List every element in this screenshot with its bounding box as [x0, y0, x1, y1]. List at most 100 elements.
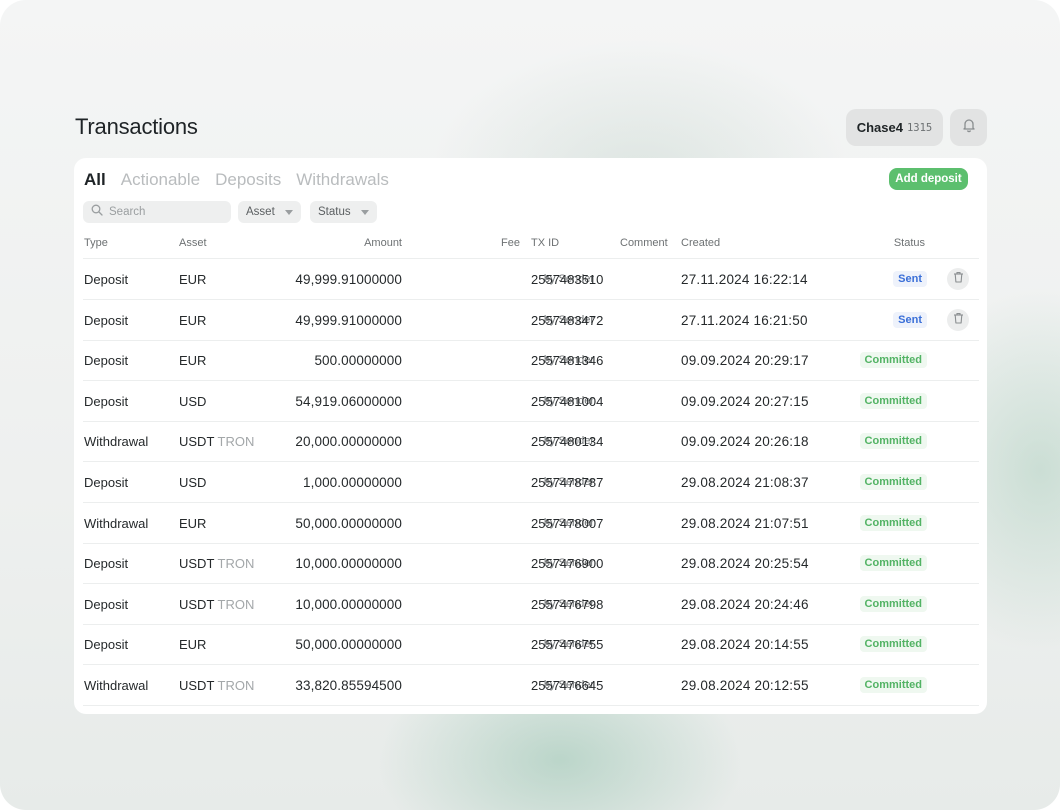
row-asset: EUR [179, 637, 206, 652]
status-badge: Sent [893, 311, 927, 328]
row-asset-network: TRON [217, 434, 255, 450]
row-txid[interactable]: 2557481346 [531, 353, 603, 368]
status-badge: Committed [859, 595, 927, 612]
status-badge: Committed [859, 392, 927, 409]
row-asset: USDT TRON [179, 678, 254, 693]
row-amount: 500.00000000 [314, 353, 402, 369]
transactions-card: All Actionable Deposits Withdrawals Add … [74, 158, 987, 714]
row-divider [83, 705, 979, 706]
table-row[interactable]: Withdrawal USDT TRON 33,820.85594500 by Sen… [74, 665, 987, 706]
row-txid[interactable]: 2557476645 [531, 678, 603, 693]
table-row[interactable]: Deposit EUR 500.00000000 by Sender 255748134… [74, 340, 987, 382]
tab-deposits[interactable]: Deposits [215, 170, 281, 190]
row-txid[interactable]: 2557478787 [531, 475, 603, 490]
notifications-button[interactable] [950, 109, 987, 146]
row-type: Deposit [84, 556, 129, 572]
table-row[interactable]: Deposit EUR 49,999.91000000 by Sender 255748… [74, 259, 987, 300]
account-id: 1315 [906, 121, 933, 134]
row-txid[interactable]: 2557483472 [531, 313, 603, 328]
row-asset-code: USD [179, 393, 207, 409]
table-row[interactable]: Withdrawal EUR 50,000.00000000 by Sender 255… [74, 503, 987, 544]
row-txid[interactable]: 2557483510 [531, 272, 603, 287]
status-badge: Committed [859, 352, 927, 369]
delete-button[interactable] [947, 268, 969, 290]
row-asset: USD [179, 394, 206, 409]
add-deposit-button[interactable]: Add deposit [889, 168, 968, 190]
row-amount: 49,999.91000000 [295, 312, 402, 328]
chevron-down-icon [360, 209, 369, 215]
row-txid[interactable]: 2557478007 [531, 516, 603, 531]
bell-icon [961, 117, 977, 138]
search-input[interactable] [109, 206, 219, 218]
row-amount: 50,000.00000000 [295, 637, 402, 653]
status-badge: Committed [859, 433, 927, 450]
row-created: 27.11.2024 16:22:14 [681, 272, 808, 287]
row-txid[interactable]: 2557476900 [531, 556, 603, 571]
table-row[interactable]: Deposit USD 1,000.00000000 by Sender 2557478… [74, 462, 987, 503]
account-name: Chase4 [856, 120, 903, 135]
row-txid[interactable]: 2557476798 [531, 597, 603, 612]
table-row[interactable]: Deposit EUR 49,999.91000000 by Sender 255748… [74, 300, 987, 341]
column-header-status[interactable]: Status [894, 237, 925, 249]
row-txid[interactable]: 2557481004 [531, 394, 603, 409]
column-header-asset[interactable]: Asset [179, 237, 207, 249]
row-asset-network: TRON [217, 678, 255, 693]
column-header-created[interactable]: Created [681, 237, 720, 249]
status-badge: Committed [859, 677, 927, 693]
row-asset-code: EUR [179, 272, 207, 287]
row-type: Deposit [84, 475, 129, 490]
row-type: Deposit [84, 272, 129, 287]
tab-all[interactable]: All [84, 170, 106, 190]
row-created: 29.08.2024 20:12:55 [681, 678, 809, 693]
table-row[interactable]: Deposit USDT TRON 10,000.00000000 by Sender… [74, 584, 987, 625]
trash-icon [953, 311, 964, 329]
row-type: Deposit [84, 353, 129, 369]
row-created: 09.09.2024 20:27:15 [681, 393, 809, 409]
row-asset: USDT TRON [179, 434, 254, 449]
tab-bar: All Actionable Deposits Withdrawals [84, 170, 389, 190]
table-row[interactable]: Deposit USD 54,919.06000000 by Sender 255748… [74, 381, 987, 422]
chevron-down-icon [284, 209, 293, 215]
search-icon [91, 203, 103, 221]
column-header-txid[interactable]: TX ID [531, 237, 559, 249]
row-asset-network: TRON [217, 556, 255, 572]
row-asset-network: TRON [217, 596, 255, 612]
column-header-comment[interactable]: Comment [620, 237, 668, 249]
account-switcher[interactable]: Chase4 1315 [846, 109, 943, 146]
column-header-amount[interactable]: Amount [364, 237, 402, 249]
row-type: Deposit [84, 596, 129, 612]
status-badge: Committed [859, 555, 927, 572]
row-created: 29.08.2024 20:24:46 [681, 596, 809, 612]
row-txid[interactable]: 2557480134 [531, 434, 603, 449]
row-type: Deposit [84, 637, 129, 653]
delete-button[interactable] [947, 308, 969, 331]
table-row[interactable]: Deposit USDT TRON 10,000.00000000 by Sender… [74, 543, 987, 585]
row-asset-code: USDT [179, 678, 215, 693]
asset-filter-label: Asset [246, 206, 275, 218]
row-amount: 33,820.85594500 [295, 678, 402, 693]
row-txid[interactable]: 2557476755 [531, 637, 603, 652]
row-type: Deposit [84, 393, 129, 409]
column-header-fee[interactable]: Fee [501, 237, 520, 249]
table-row[interactable]: Withdrawal USDT TRON 20,000.00000000 by Sen… [74, 421, 987, 463]
tab-withdrawals[interactable]: Withdrawals [296, 170, 389, 190]
status-filter-dropdown[interactable]: Status [310, 201, 377, 223]
row-amount: 1,000.00000000 [303, 475, 402, 490]
row-created: 29.08.2024 21:07:51 [681, 515, 809, 531]
row-asset-code: EUR [179, 515, 207, 531]
row-asset-code: USDT [179, 596, 215, 612]
row-type: Withdrawal [84, 434, 149, 450]
row-asset-code: EUR [179, 637, 207, 653]
row-asset-code: USDT [179, 434, 215, 450]
status-badge: Committed [859, 514, 927, 531]
row-type: Deposit [84, 312, 129, 328]
row-asset-code: EUR [179, 312, 207, 328]
row-created: 27.11.2024 16:21:50 [681, 312, 808, 328]
asset-filter-dropdown[interactable]: Asset [238, 201, 301, 223]
status-badge: Committed [859, 474, 927, 490]
status-filter-label: Status [318, 206, 351, 218]
table-row[interactable]: Deposit EUR 50,000.00000000 by Sender 255747… [74, 624, 987, 666]
tab-actionable[interactable]: Actionable [121, 170, 200, 190]
row-asset: EUR [179, 516, 206, 531]
column-header-type[interactable]: Type [84, 237, 108, 249]
